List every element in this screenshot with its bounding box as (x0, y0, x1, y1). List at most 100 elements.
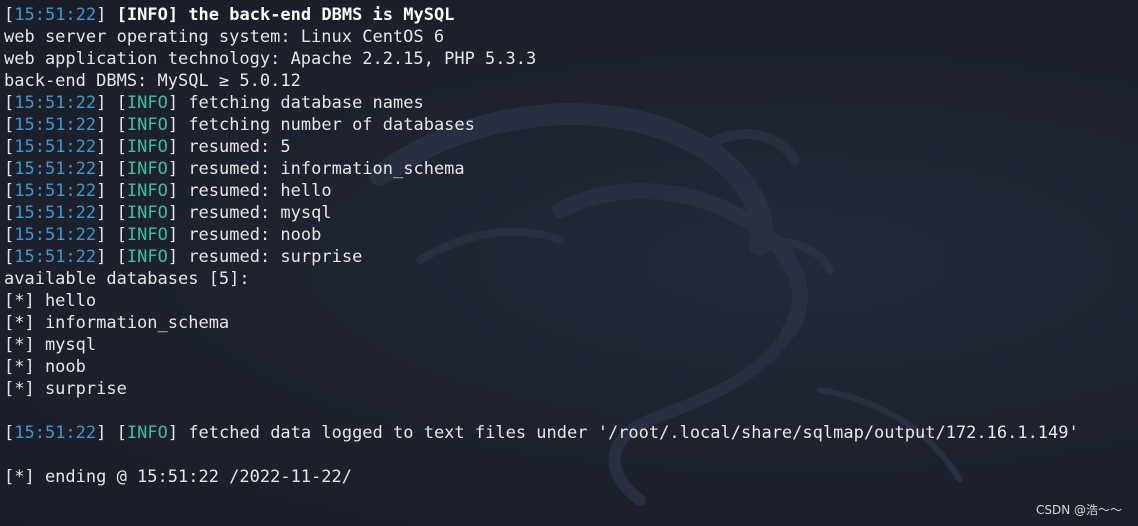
bracket-close: ] (96, 225, 117, 245)
terminal-line: [15:51:22] [INFO] resumed: surprise (4, 246, 1079, 268)
bracket-close: ] (96, 137, 117, 157)
bracket-open: [ (116, 115, 127, 135)
log-level: INFO (126, 423, 168, 443)
terminal-line: web server operating system: Linux CentO… (4, 26, 1079, 48)
terminal-line: [15:51:22] [INFO] the back-end DBMS is M… (4, 4, 1079, 26)
log-message: resumed: mysql (188, 203, 332, 223)
output-text: web application technology: Apache 2.2.1… (4, 49, 537, 69)
bracket-open: [ (116, 5, 127, 25)
bracket-close: ] (96, 159, 117, 179)
output-text: [*] noob (4, 357, 86, 377)
output-text: [*] ending @ 15:51:22 /2022-11-22/ (4, 467, 352, 487)
log-message: fetched data logged to text files under … (188, 423, 1079, 443)
bracket-close: ] (96, 115, 117, 135)
log-timestamp: 15:51:22 (14, 137, 97, 157)
terminal-line: web application technology: Apache 2.2.1… (4, 48, 1079, 70)
log-level: INFO (126, 181, 168, 201)
log-level: INFO (126, 115, 168, 135)
output-text: available databases [5]: (4, 269, 250, 289)
log-timestamp: 15:51:22 (14, 5, 97, 25)
log-level: INFO (126, 247, 168, 267)
log-timestamp: 15:51:22 (14, 159, 97, 179)
terminal-line: [15:51:22] [INFO] resumed: 5 (4, 136, 1079, 158)
terminal-line: [15:51:22] [INFO] fetching number of dat… (4, 114, 1079, 136)
bracket-close: ] (96, 181, 117, 201)
terminal-line: [15:51:22] [INFO] resumed: noob (4, 224, 1079, 246)
bracket-open: [ (4, 159, 15, 179)
log-message: the back-end DBMS is MySQL (188, 5, 455, 25)
watermark: CSDN @浩～～ (1035, 503, 1122, 517)
bracket-close: ] (167, 423, 189, 443)
bracket-open: [ (4, 247, 15, 267)
log-timestamp: 15:51:22 (14, 225, 97, 245)
log-message: resumed: surprise (188, 247, 363, 267)
log-timestamp: 15:51:22 (14, 423, 97, 443)
output-text: [*] surprise (4, 379, 127, 399)
bracket-close: ] (96, 423, 117, 443)
terminal-line: [15:51:22] [INFO] resumed: mysql (4, 202, 1079, 224)
bracket-close: ] (96, 247, 117, 267)
log-level: INFO (126, 93, 168, 113)
bracket-open: [ (4, 225, 15, 245)
terminal-line: [*] noob (4, 356, 1079, 378)
log-message: fetching number of databases (188, 115, 475, 135)
bracket-open: [ (116, 225, 127, 245)
log-message: resumed: information_schema (188, 159, 465, 179)
log-level: INFO (126, 203, 168, 223)
terminal-line: [15:51:22] [INFO] resumed: information_s… (4, 158, 1079, 180)
bracket-open: [ (116, 93, 127, 113)
terminal-line: [15:51:22] [INFO] fetched data logged to… (4, 422, 1079, 444)
bracket-close: ] (167, 115, 189, 135)
terminal-line: [*] mysql (4, 334, 1079, 356)
log-message: resumed: 5 (188, 137, 291, 157)
bracket-close: ] (167, 159, 189, 179)
bracket-close: ] (96, 93, 117, 113)
bracket-open: [ (116, 137, 127, 157)
bracket-open: [ (4, 93, 15, 113)
log-level: INFO (126, 137, 168, 157)
log-level: INFO (126, 225, 168, 245)
log-timestamp: 15:51:22 (14, 247, 97, 267)
terminal-line: [*] surprise (4, 378, 1079, 400)
bracket-close: ] (96, 5, 117, 25)
bracket-open: [ (116, 247, 127, 267)
output-text: [*] mysql (4, 335, 97, 355)
terminal-window[interactable]: [15:51:22] [INFO] the back-end DBMS is M… (0, 0, 1138, 526)
bracket-open: [ (116, 423, 127, 443)
bracket-close: ] (167, 181, 189, 201)
terminal-line: [15:51:22] [INFO] resumed: hello (4, 180, 1079, 202)
terminal-line: [*] ending @ 15:51:22 /2022-11-22/ (4, 466, 1079, 488)
bracket-open: [ (116, 181, 127, 201)
bracket-close: ] (167, 225, 189, 245)
log-message: resumed: hello (188, 181, 332, 201)
bracket-close: ] (167, 93, 189, 113)
output-text: web server operating system: Linux CentO… (4, 27, 445, 47)
bracket-open: [ (116, 159, 127, 179)
terminal-output: [15:51:22] [INFO] the back-end DBMS is M… (4, 4, 1079, 488)
output-text: back-end DBMS: MySQL ≥ 5.0.12 (4, 71, 301, 91)
terminal-line: [*] information_schema (4, 312, 1079, 334)
bracket-open: [ (4, 423, 15, 443)
bracket-open: [ (116, 203, 127, 223)
bracket-close: ] (167, 137, 189, 157)
bracket-open: [ (4, 115, 15, 135)
log-message: fetching database names (188, 93, 424, 113)
bracket-close: ] (167, 247, 189, 267)
log-message: resumed: noob (188, 225, 322, 245)
bracket-open: [ (4, 5, 15, 25)
output-text: [*] hello (4, 291, 97, 311)
log-level: INFO (126, 5, 168, 25)
log-timestamp: 15:51:22 (14, 93, 97, 113)
bracket-close: ] (167, 203, 189, 223)
output-text: [*] information_schema (4, 313, 230, 333)
log-level: INFO (126, 159, 168, 179)
bracket-close: ] (167, 5, 189, 25)
log-timestamp: 15:51:22 (14, 181, 97, 201)
terminal-line: [*] hello (4, 290, 1079, 312)
bracket-open: [ (4, 137, 15, 157)
terminal-line: available databases [5]: (4, 268, 1079, 290)
bracket-open: [ (4, 203, 15, 223)
terminal-line: back-end DBMS: MySQL ≥ 5.0.12 (4, 70, 1079, 92)
